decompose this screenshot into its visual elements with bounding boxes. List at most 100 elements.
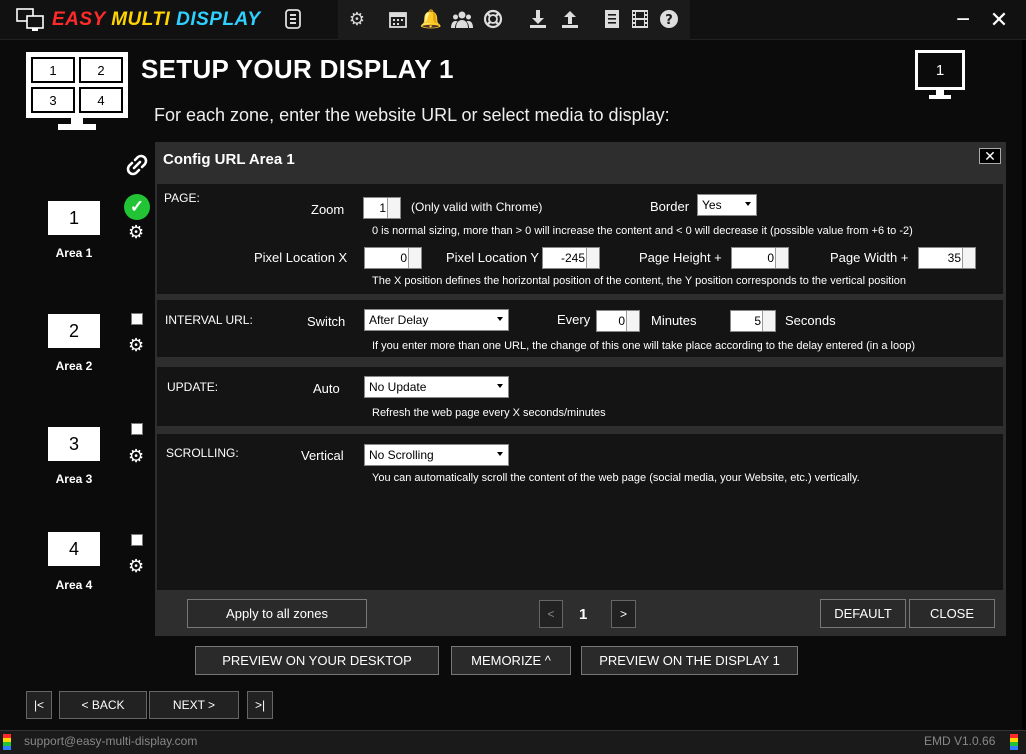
area-4-button[interactable]: 4 xyxy=(48,532,100,566)
area-3-checkbox[interactable] xyxy=(131,423,143,435)
upload-icon[interactable] xyxy=(559,8,581,30)
border-select[interactable]: Yes xyxy=(697,194,757,216)
memorize-button[interactable]: MEMORIZE ^ xyxy=(451,646,571,675)
support-email[interactable]: support@easy-multi-display.com xyxy=(24,734,197,748)
default-button[interactable]: DEFAULT xyxy=(820,599,906,628)
area-1-settings-gear-icon[interactable]: ⚙ xyxy=(128,222,144,243)
page-prev-button[interactable]: < xyxy=(539,600,563,628)
area-4-settings-gear-icon[interactable]: ⚙ xyxy=(128,556,144,577)
preview-display-button[interactable]: PREVIEW ON THE DISPLAY 1 xyxy=(581,646,798,675)
pixel-x-stepper[interactable]: 0 xyxy=(364,247,422,269)
pixel-x-value: 0 xyxy=(400,251,407,265)
close-config-button[interactable]: CLOSE xyxy=(909,599,995,628)
chevron-down-icon xyxy=(497,384,503,388)
remote-icon[interactable] xyxy=(282,8,304,30)
display-screen: 1 xyxy=(915,50,965,90)
border-value: Yes xyxy=(702,198,722,212)
area-1-configured-check-icon: ✓ xyxy=(124,194,150,220)
area-4-checkbox[interactable] xyxy=(131,534,143,546)
minimize-button[interactable]: − xyxy=(948,6,978,34)
area-1-button[interactable]: 1 xyxy=(48,201,100,235)
area-1-label: Area 1 xyxy=(55,246,93,260)
vertical-scroll-value: No Scrolling xyxy=(369,448,434,462)
area-2-settings-gear-icon[interactable]: ⚙ xyxy=(128,335,144,356)
page-section-title: PAGE: xyxy=(164,191,200,205)
scrolling-help-text: You can automatically scroll the content… xyxy=(372,472,860,484)
minutes-value: 0 xyxy=(618,314,625,328)
support-lifebuoy-icon[interactable] xyxy=(482,8,504,30)
auto-label: Auto xyxy=(313,381,340,396)
interval-section-title: INTERVAL URL: xyxy=(165,313,253,327)
app-logo-icon xyxy=(16,8,46,32)
preview-desktop-button[interactable]: PREVIEW ON YOUR DESKTOP xyxy=(195,646,439,675)
page-subtitle: For each zone, enter the website URL or … xyxy=(154,105,670,125)
page-width-stepper[interactable]: 35 xyxy=(918,247,976,269)
next-button[interactable]: NEXT > xyxy=(149,691,239,719)
calendar-icon[interactable] xyxy=(387,8,409,30)
last-step-button[interactable]: >| xyxy=(247,691,273,719)
first-step-button[interactable]: |< xyxy=(26,691,52,719)
link-chain-icon[interactable] xyxy=(122,150,152,180)
area-3-label: Area 3 xyxy=(55,472,93,486)
switch-label: Switch xyxy=(307,314,346,329)
monitor-cell: 4 xyxy=(79,87,123,113)
film-icon[interactable] xyxy=(629,8,651,30)
alarm-bell-icon[interactable]: 🔔 xyxy=(420,8,442,30)
monitor-cell: 1 xyxy=(31,57,75,83)
interval-help-text: If you enter more than one URL, the chan… xyxy=(372,340,915,352)
area-3-settings-gear-icon[interactable]: ⚙ xyxy=(128,446,144,467)
status-color-strip-left xyxy=(3,734,11,750)
auto-update-value: No Update xyxy=(369,380,427,394)
config-panel-title: Config URL Area 1 xyxy=(163,151,295,168)
users-group-icon[interactable] xyxy=(451,8,473,30)
pixel-x-label: Pixel Location X xyxy=(254,250,348,265)
xy-help-text: The X position defines the horizontal po… xyxy=(372,275,907,287)
monitor-screen: 1 2 3 4 xyxy=(26,52,128,118)
help-icon[interactable]: ? xyxy=(658,8,680,30)
area-2-label: Area 2 xyxy=(55,359,93,373)
vertical-label: Vertical xyxy=(301,448,344,463)
seconds-stepper[interactable]: 5 xyxy=(730,310,776,332)
seconds-label: Seconds xyxy=(785,313,836,328)
pixel-y-label: Pixel Location Y xyxy=(446,250,539,265)
vertical-scroll-select[interactable]: No Scrolling xyxy=(364,444,509,466)
update-help-text: Refresh the web page every X seconds/min… xyxy=(372,407,606,419)
document-icon[interactable] xyxy=(601,8,623,30)
zoom-stepper[interactable]: 1 xyxy=(363,197,401,219)
config-close-icon[interactable]: ✕ xyxy=(979,148,1001,164)
page-height-stepper[interactable]: 0 xyxy=(731,247,789,269)
auto-update-select[interactable]: No Update xyxy=(364,376,509,398)
download-icon[interactable] xyxy=(527,8,549,30)
seconds-value: 5 xyxy=(754,314,761,328)
border-label: Border xyxy=(650,199,690,214)
status-color-strip-right xyxy=(1010,734,1018,750)
page-number: 1 xyxy=(579,606,588,623)
settings-gear-icon[interactable]: ⚙ xyxy=(346,8,368,30)
switch-select[interactable]: After Delay xyxy=(364,309,509,331)
brand-part-multi: MULTI xyxy=(111,9,171,30)
area-2-button[interactable]: 2 xyxy=(48,314,100,348)
monitor-cell: 3 xyxy=(31,87,75,113)
area-2-checkbox[interactable] xyxy=(131,313,143,325)
every-label: Every xyxy=(557,312,591,327)
layout-monitor-icon: 1 2 3 4 xyxy=(26,52,128,132)
version-label: EMD V1.0.66 xyxy=(924,734,996,748)
apply-all-zones-button[interactable]: Apply to all zones xyxy=(187,599,367,628)
minutes-stepper[interactable]: 0 xyxy=(596,310,640,332)
scrolling-section xyxy=(157,434,1003,590)
page-next-button[interactable]: > xyxy=(611,600,636,628)
brand-name: EASY MULTI DISPLAY xyxy=(52,9,261,31)
display-base xyxy=(929,95,951,99)
area-3-button[interactable]: 3 xyxy=(48,427,100,461)
chevron-down-icon xyxy=(497,452,503,456)
close-window-button[interactable]: ✕ xyxy=(984,6,1014,34)
page-width-label: Page Width + xyxy=(830,250,909,265)
page-width-value: 35 xyxy=(947,251,961,265)
page-height-value: 0 xyxy=(767,251,774,265)
back-button[interactable]: < BACK xyxy=(59,691,147,719)
pixel-y-stepper[interactable]: -245 xyxy=(542,247,600,269)
scrolling-section-title: SCROLLING: xyxy=(166,446,239,460)
minutes-label: Minutes xyxy=(651,313,697,328)
monitor-cell: 2 xyxy=(79,57,123,83)
page-title: SETUP YOUR DISPLAY 1 xyxy=(141,54,454,84)
